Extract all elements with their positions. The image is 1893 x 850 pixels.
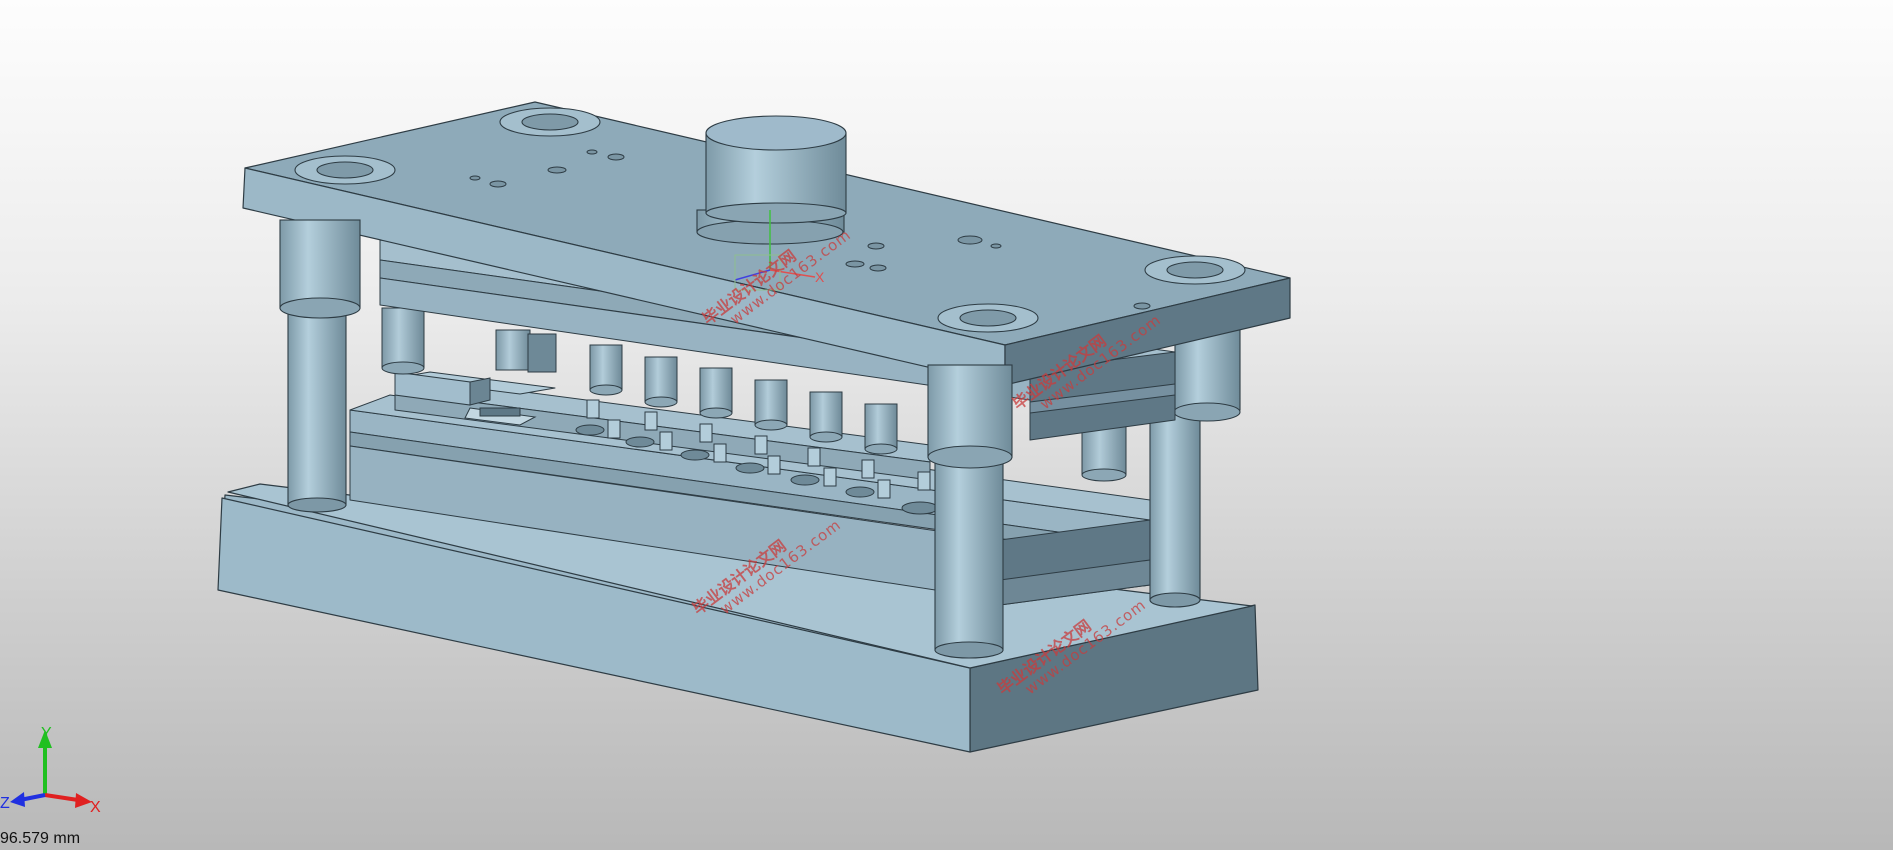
x-axis-label: X: [90, 799, 101, 816]
axis-triad: Y X Z: [0, 725, 101, 816]
origin-x-label: X: [815, 269, 825, 285]
die-shank: [696, 115, 847, 245]
scale-readout: 96.579 mm: [0, 830, 81, 847]
cad-3d-viewport[interactable]: Y X Z X 毕业设计论文网 www.doc163.com 毕业设计论文网 w…: [0, 0, 1893, 850]
y-axis-label: Y: [41, 725, 52, 742]
z-axis-label: Z: [0, 795, 10, 812]
die-set-model: Y X Z X: [0, 101, 1291, 816]
